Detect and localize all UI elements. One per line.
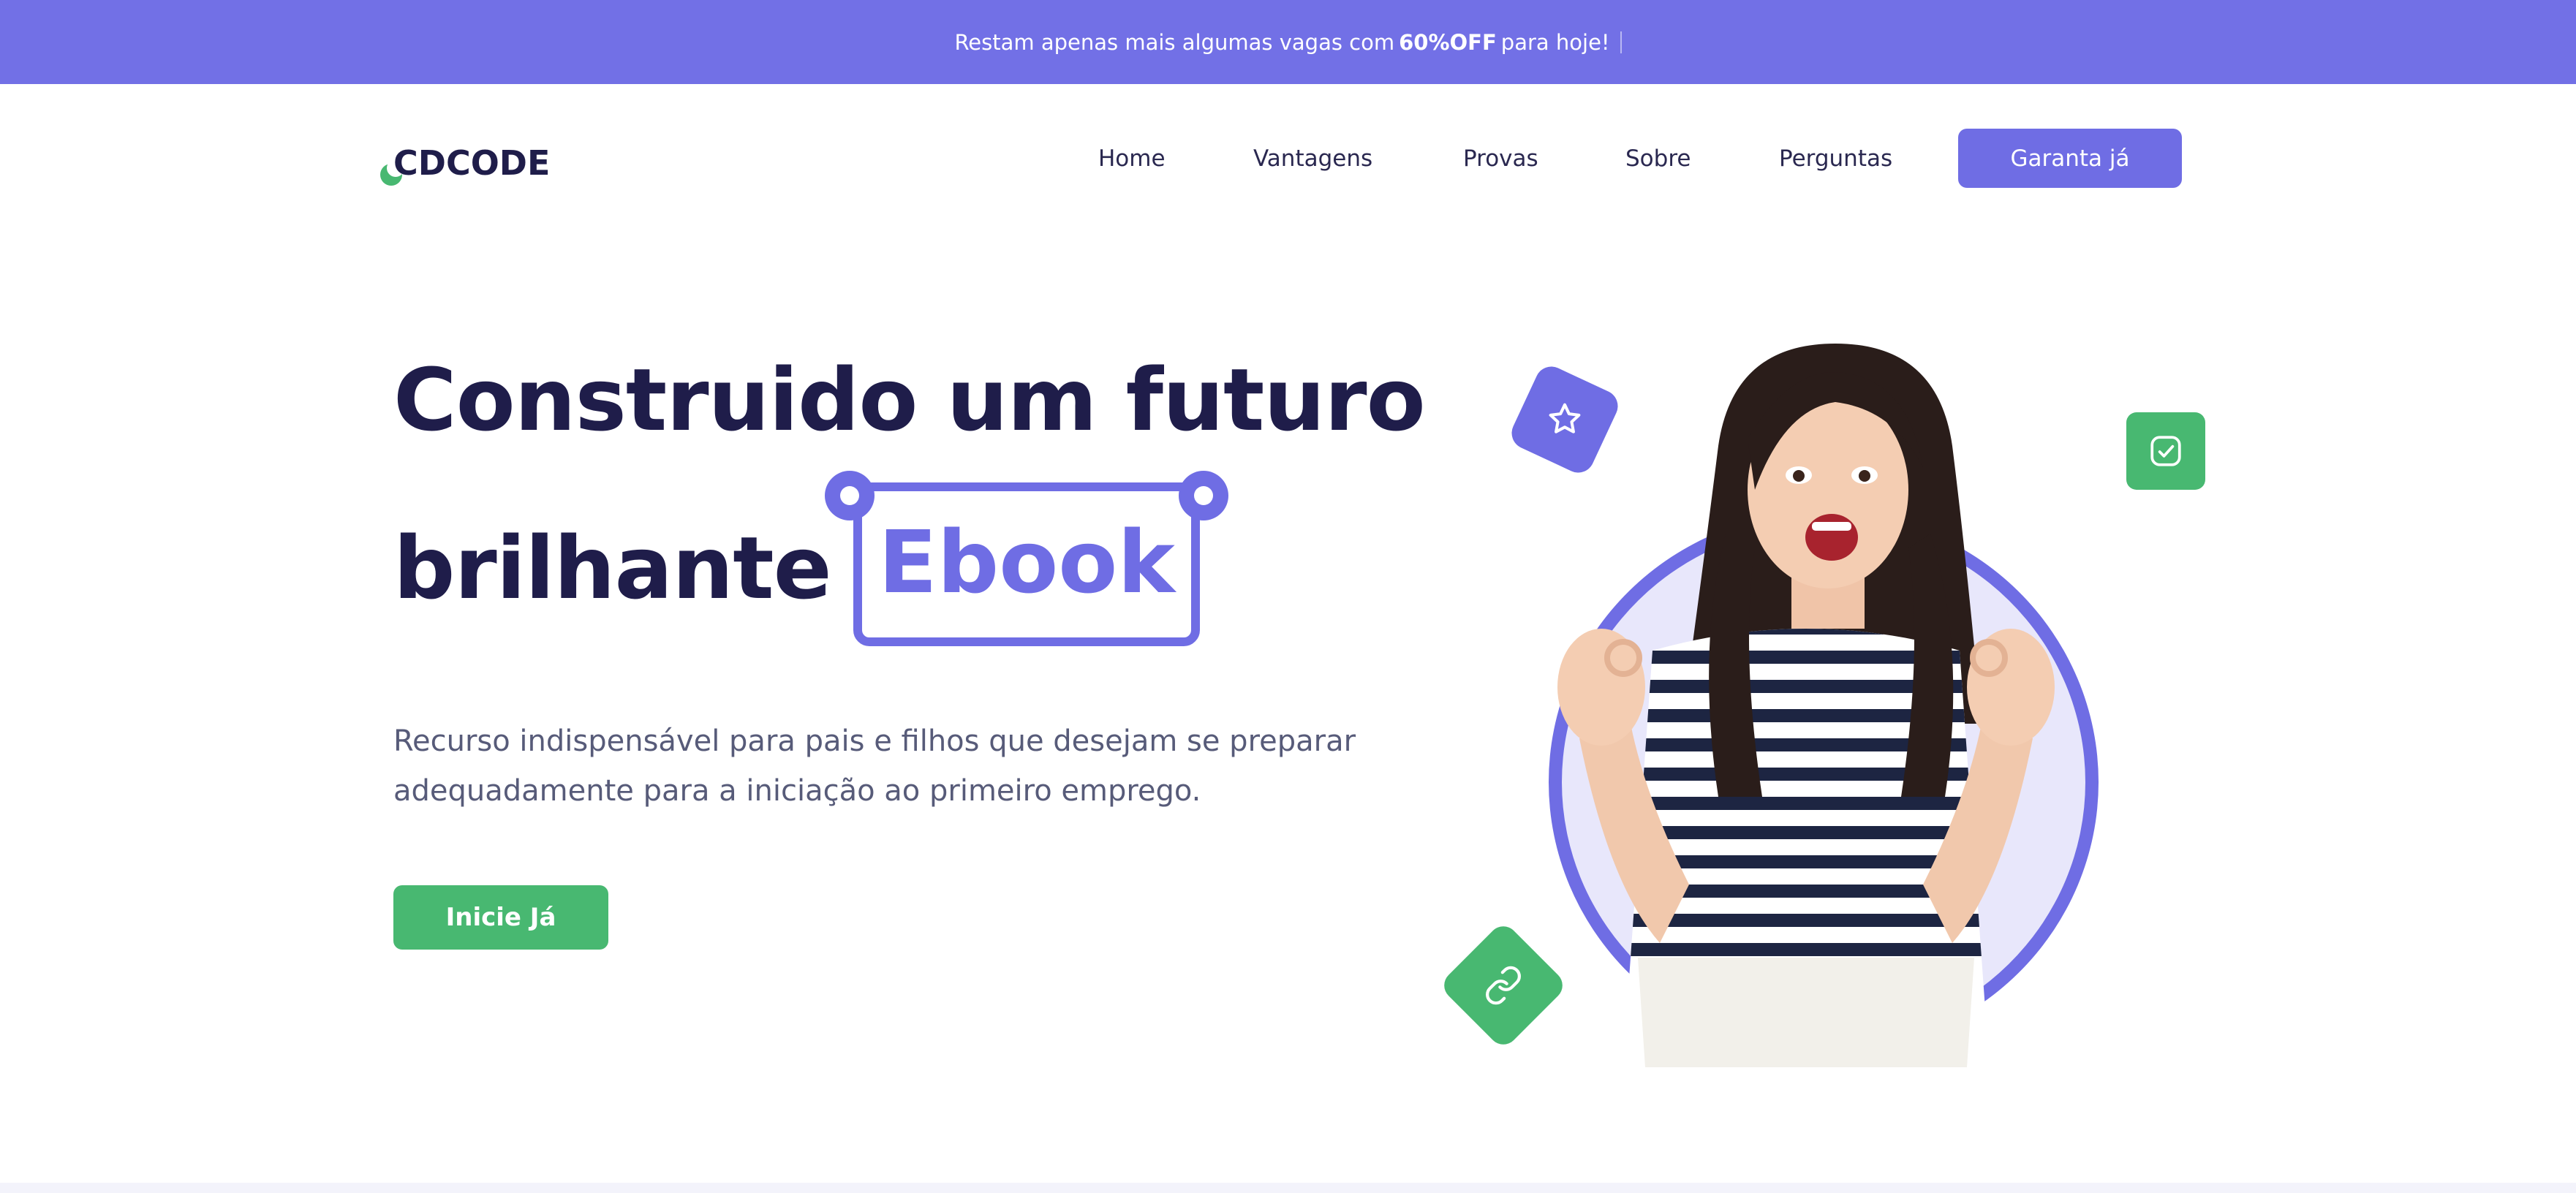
hero-highlight: Ebook [878,512,1175,613]
promo-text: Restam apenas mais algumas vagas com [954,29,1395,55]
inicie-button[interactable]: Inicie Já [393,885,608,950]
logo-text: CDCODE [393,143,551,183]
check-icon [2126,412,2205,490]
nav-home[interactable]: Home [1098,145,1166,172]
text-cursor [1620,31,1622,53]
garanta-button[interactable]: Garanta já [1958,129,2182,188]
nav-vantagens[interactable]: Vantagens [1253,145,1372,172]
promo-text-end: para hoje! [1500,29,1610,55]
hero-description: Recurso indispensável para pais e filhos… [393,724,1356,808]
hero-title-line1: Construido um futuro [393,349,1426,450]
section-divider [0,1183,2576,1193]
promo-discount: 60%OFF [1399,29,1497,55]
hero-title-line2: brilhante [393,518,832,618]
logo[interactable]: CDCODE [380,137,550,189]
nav-provas[interactable]: Provas [1463,145,1538,172]
nav-sobre[interactable]: Sobre [1625,145,1691,172]
promo-bar: Restam apenas mais algumas vagas com 60%… [0,0,2576,84]
nav-perguntas[interactable]: Perguntas [1779,145,1892,172]
